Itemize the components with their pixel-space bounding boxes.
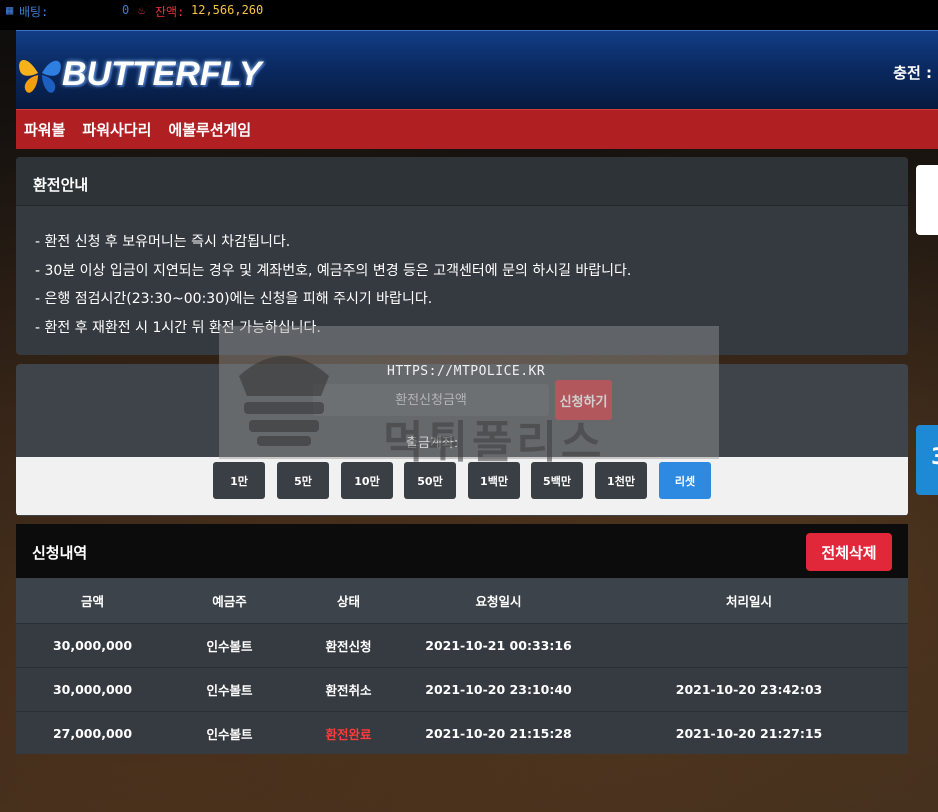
amount-input[interactable]	[313, 384, 549, 416]
game-nav: 파워볼 파워사다리 에볼루션게임	[16, 109, 938, 149]
table-header-row: 금액 예금주 상태 요청일시 처리일시	[16, 578, 908, 623]
balance-label: 잔액:	[155, 5, 185, 19]
cell-processed: 2021-10-20 21:27:15	[675, 725, 823, 741]
info-panel-title: 환전안내	[16, 157, 908, 206]
bet-icon: ▦	[6, 3, 14, 17]
table-row: 27,000,000 인수볼트 환전완료 2021-10-20 21:15:28…	[16, 711, 908, 754]
quick-amount-button[interactable]: 1백만	[468, 462, 520, 499]
request-history-panel: 신청내역 전체삭제 금액 예금주 상태 요청일시 처리일시 30,000,000…	[16, 524, 908, 754]
exchange-info-panel: 환전안내 - 환전 신청 후 보유머니는 즉시 차감됩니다. - 30분 이상 …	[16, 157, 908, 355]
nav-item-power-ladder[interactable]: 파워사다리	[82, 119, 151, 140]
cell-requested: 2021-10-20 23:10:40	[425, 681, 572, 697]
info-line: - 30분 이상 입금이 지연되는 경우 및 계좌번호, 예금주의 변경 등은 …	[35, 262, 632, 279]
col-header-processed: 처리일시	[725, 593, 772, 609]
cell-requested: 2021-10-21 00:33:16	[425, 637, 572, 653]
quick-amount-button[interactable]: 5만	[277, 462, 329, 499]
logo-text: BUTTERFLY	[62, 54, 262, 93]
cell-amount: 27,000,000	[52, 725, 133, 741]
cell-amount: 30,000,000	[52, 681, 133, 697]
info-line: - 환전 신청 후 보유머니는 즉시 차감됩니다.	[35, 234, 291, 250]
nav-item-evolution[interactable]: 에볼루션게임	[168, 119, 251, 140]
reset-button[interactable]: 리셋	[659, 462, 711, 499]
exchange-form-panel: 신청하기 출금계좌: 1만 5만 10만 50만 1백만 5백만 1천만 리셋	[16, 364, 908, 516]
cell-requested: 2021-10-20 21:15:28	[425, 725, 572, 741]
cell-amount: 30,000,000	[52, 637, 133, 653]
apply-button[interactable]: 신청하기	[555, 380, 612, 420]
history-title: 신청내역	[32, 544, 88, 562]
nav-item-powerball[interactable]: 파워볼	[24, 119, 65, 140]
quick-amount-button[interactable]: 5백만	[531, 462, 583, 499]
cell-holder: 인수볼트	[206, 726, 253, 742]
quick-amount-row: 1만 5만 10만 50만 1백만 5백만 1천만 리셋	[16, 457, 908, 515]
table-row: 30,000,000 인수볼트 환전취소 2021-10-20 23:10:40…	[16, 667, 908, 711]
history-table: 금액 예금주 상태 요청일시 처리일시 30,000,000 인수볼트 환전신청…	[16, 578, 908, 754]
butterfly-logo-icon	[19, 59, 61, 93]
site-logo[interactable]: BUTTERFLY	[16, 49, 262, 99]
side-widget-glyph: 3	[931, 445, 938, 470]
cell-status: 환전완료	[325, 726, 372, 742]
cell-status: 환전취소	[325, 682, 372, 698]
cell-processed: 2021-10-20 23:42:03	[675, 681, 823, 697]
quick-amount-button[interactable]: 10만	[341, 462, 393, 499]
bet-label: 배팅:	[19, 5, 49, 19]
col-header-amount: 금액	[80, 593, 104, 609]
quick-amount-button[interactable]: 1만	[213, 462, 265, 499]
bet-value: 0	[122, 3, 130, 17]
delete-all-button[interactable]: 전체삭제	[806, 533, 892, 571]
col-header-requested: 요청일시	[475, 593, 522, 609]
info-line: - 환전 후 재환전 시 1시간 뒤 환전 가능하십니다.	[35, 319, 321, 336]
account-label: 출금계좌:	[406, 436, 459, 451]
wallet-icon: ♨	[138, 3, 146, 17]
quick-amount-button[interactable]: 50만	[404, 462, 456, 499]
header-charge-link[interactable]: 충전 :	[893, 62, 932, 83]
info-line: - 은행 점검시간(23:30~00:30)에는 신청을 피해 주시기 바랍니다…	[35, 291, 433, 307]
quick-amount-button[interactable]: 1천만	[595, 462, 647, 499]
cell-status: 환전신청	[325, 638, 372, 654]
site-header: BUTTERFLY 충전 :	[16, 30, 938, 109]
info-list: - 환전 신청 후 보유머니는 즉시 차감됩니다. - 30분 이상 입금이 지…	[16, 206, 908, 342]
side-widget-white[interactable]	[916, 165, 938, 235]
cell-processed	[590, 623, 908, 667]
cell-holder: 인수볼트	[206, 638, 253, 654]
table-row: 30,000,000 인수볼트 환전신청 2021-10-21 00:33:16	[16, 623, 908, 667]
side-widget-blue[interactable]: 3	[916, 425, 938, 495]
col-header-status: 상태	[336, 593, 360, 609]
col-header-holder: 예금주	[212, 593, 247, 609]
top-balance-strip: ▦ 배팅: 0 ♨ 잔액: 12,566,260	[0, 0, 938, 30]
cell-holder: 인수볼트	[206, 682, 253, 698]
balance-value: 12,566,260	[191, 3, 264, 17]
